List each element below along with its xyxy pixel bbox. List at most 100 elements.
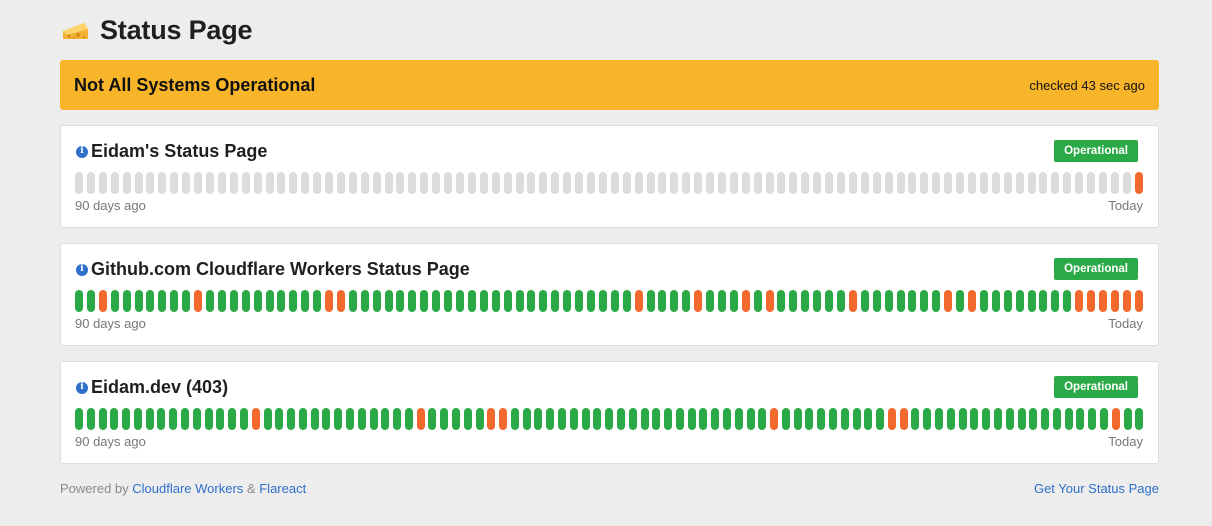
uptime-day-bar[interactable]: [1063, 290, 1072, 312]
uptime-day-bar[interactable]: [979, 290, 988, 312]
uptime-day-bar[interactable]: [527, 172, 536, 194]
uptime-day-bar[interactable]: [848, 290, 857, 312]
uptime-day-bar[interactable]: [122, 172, 131, 194]
uptime-day-bar[interactable]: [717, 172, 726, 194]
uptime-day-bar[interactable]: [616, 408, 625, 430]
uptime-day-bar[interactable]: [157, 408, 166, 430]
uptime-day-bar[interactable]: [134, 290, 143, 312]
uptime-day-bar[interactable]: [598, 172, 607, 194]
uptime-day-bar[interactable]: [908, 290, 917, 312]
uptime-day-bar[interactable]: [110, 172, 119, 194]
uptime-day-bar[interactable]: [634, 290, 643, 312]
uptime-day-bar[interactable]: [289, 290, 298, 312]
uptime-day-bar[interactable]: [420, 290, 429, 312]
uptime-day-bar[interactable]: [1087, 172, 1096, 194]
uptime-day-bar[interactable]: [1064, 408, 1073, 430]
uptime-day-bar[interactable]: [646, 290, 655, 312]
uptime-day-bar[interactable]: [1017, 408, 1026, 430]
uptime-day-bar[interactable]: [310, 408, 319, 430]
uptime-day-bar[interactable]: [145, 408, 154, 430]
uptime-day-bar[interactable]: [463, 408, 472, 430]
uptime-day-bar[interactable]: [360, 172, 369, 194]
uptime-day-bar[interactable]: [1029, 408, 1038, 430]
uptime-day-bar[interactable]: [98, 290, 107, 312]
uptime-day-bar[interactable]: [348, 290, 357, 312]
uptime-day-bar[interactable]: [1075, 172, 1084, 194]
uptime-day-bar[interactable]: [75, 172, 83, 194]
uptime-day-bar[interactable]: [563, 172, 572, 194]
uptime-day-bar[interactable]: [1015, 172, 1024, 194]
uptime-day-bar[interactable]: [158, 290, 167, 312]
uptime-day-bar[interactable]: [825, 172, 834, 194]
uptime-day-bar[interactable]: [313, 290, 322, 312]
uptime-day-bar[interactable]: [1039, 290, 1048, 312]
uptime-day-bar[interactable]: [336, 172, 345, 194]
uptime-day-bar[interactable]: [758, 408, 767, 430]
uptime-day-bar[interactable]: [1005, 408, 1014, 430]
uptime-day-bar[interactable]: [110, 290, 119, 312]
uptime-day-bar[interactable]: [896, 290, 905, 312]
uptime-day-bar[interactable]: [325, 172, 334, 194]
uptime-day-bar[interactable]: [741, 290, 750, 312]
uptime-day-bar[interactable]: [522, 408, 531, 430]
uptime-day-bar[interactable]: [404, 408, 413, 430]
uptime-day-bar[interactable]: [991, 290, 1000, 312]
uptime-day-bar[interactable]: [204, 408, 213, 430]
uptime-day-bar[interactable]: [729, 290, 738, 312]
uptime-day-bar[interactable]: [634, 172, 643, 194]
uptime-day-bar[interactable]: [146, 172, 155, 194]
uptime-day-bar[interactable]: [569, 408, 578, 430]
uptime-day-bar[interactable]: [277, 290, 286, 312]
uptime-day-bar[interactable]: [1098, 290, 1107, 312]
uptime-day-bar[interactable]: [1039, 172, 1048, 194]
uptime-day-bar[interactable]: [275, 408, 284, 430]
uptime-day-bar[interactable]: [1076, 408, 1085, 430]
uptime-day-bar[interactable]: [467, 172, 476, 194]
uptime-day-bar[interactable]: [345, 408, 354, 430]
uptime-day-bar[interactable]: [229, 290, 238, 312]
uptime-day-bar[interactable]: [770, 408, 779, 430]
uptime-day-bar[interactable]: [75, 408, 83, 430]
uptime-day-bar[interactable]: [944, 172, 953, 194]
uptime-day-bar[interactable]: [746, 408, 755, 430]
uptime-day-bar[interactable]: [860, 290, 869, 312]
uptime-day-bar[interactable]: [610, 290, 619, 312]
uptime-day-bar[interactable]: [194, 172, 203, 194]
uptime-day-bar[interactable]: [664, 408, 673, 430]
uptime-day-bar[interactable]: [456, 172, 464, 194]
uptime-day-bar[interactable]: [393, 408, 402, 430]
uptime-day-bar[interactable]: [711, 408, 720, 430]
uptime-day-bar[interactable]: [110, 408, 119, 430]
uptime-day-bar[interactable]: [1075, 290, 1084, 312]
uptime-day-bar[interactable]: [133, 408, 142, 430]
uptime-day-bar[interactable]: [277, 172, 286, 194]
uptime-day-bar[interactable]: [396, 290, 405, 312]
uptime-day-bar[interactable]: [216, 408, 225, 430]
uptime-day-bar[interactable]: [777, 290, 786, 312]
uptime-day-bar[interactable]: [322, 408, 331, 430]
uptime-day-bar[interactable]: [1110, 290, 1119, 312]
get-status-page-link[interactable]: Get Your Status Page: [1034, 481, 1159, 496]
uptime-day-bar[interactable]: [205, 290, 214, 312]
uptime-day-bar[interactable]: [487, 408, 496, 430]
uptime-day-bar[interactable]: [241, 290, 250, 312]
uptime-day-bar[interactable]: [593, 408, 602, 430]
uptime-day-bar[interactable]: [336, 290, 345, 312]
uptime-day-bar[interactable]: [432, 290, 441, 312]
uptime-day-bar[interactable]: [563, 290, 572, 312]
uptime-day-bar[interactable]: [946, 408, 955, 430]
uptime-day-bar[interactable]: [357, 408, 366, 430]
uptime-day-bar[interactable]: [682, 172, 691, 194]
uptime-day-bar[interactable]: [610, 172, 619, 194]
uptime-day-bar[interactable]: [765, 290, 774, 312]
uptime-day-bar[interactable]: [182, 290, 191, 312]
uptime-day-bar[interactable]: [923, 408, 932, 430]
uptime-day-bar[interactable]: [586, 290, 595, 312]
uptime-day-bar[interactable]: [734, 408, 743, 430]
uptime-day-bar[interactable]: [670, 172, 679, 194]
uptime-day-bar[interactable]: [932, 172, 941, 194]
uptime-day-bar[interactable]: [86, 408, 95, 430]
uptime-day-bar[interactable]: [801, 290, 810, 312]
uptime-day-bar[interactable]: [452, 408, 460, 430]
uptime-day-bar[interactable]: [1123, 408, 1132, 430]
